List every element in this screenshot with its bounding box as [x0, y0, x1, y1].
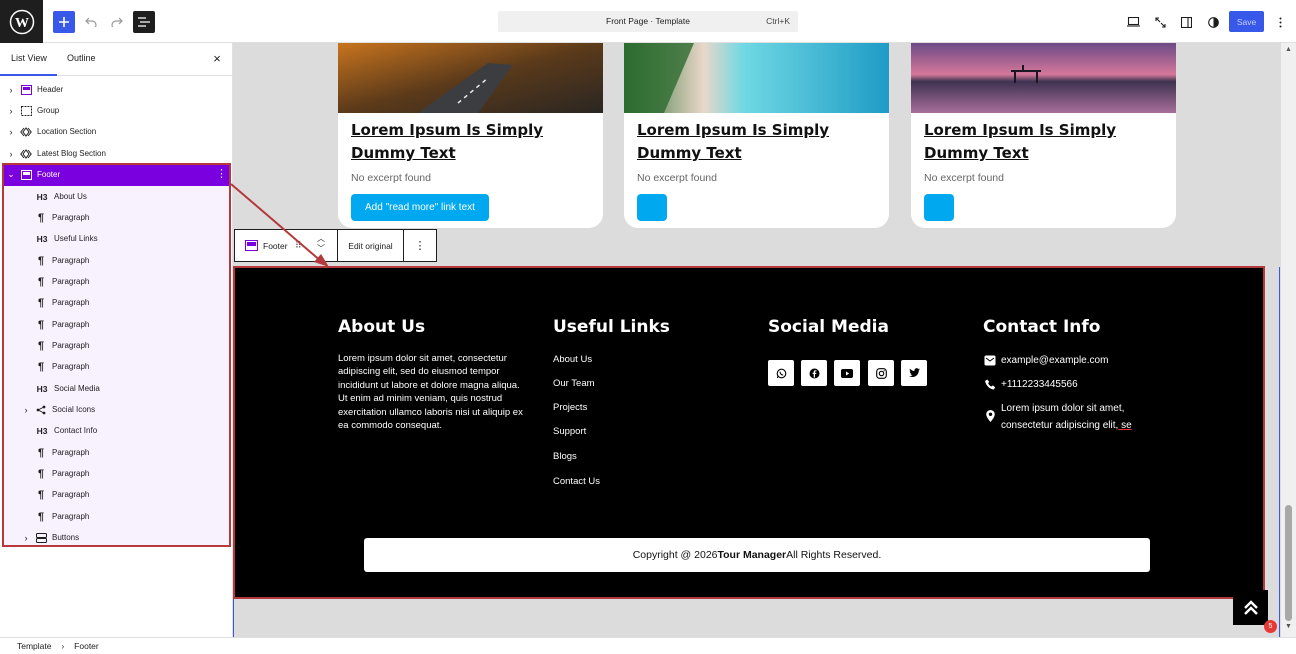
- sidebar-item-label: Latest Blog Section: [37, 149, 106, 158]
- sidebar-item-header[interactable]: › Header: [6, 79, 63, 100]
- notification-badge[interactable]: 5: [1264, 620, 1277, 633]
- styles-icon[interactable]: [1202, 11, 1224, 33]
- sidebar-item-label: Location Section: [37, 127, 97, 136]
- sidebar-tabs: List View Outline ×: [0, 43, 232, 76]
- read-more-button[interactable]: [924, 194, 954, 221]
- block-name: Footer: [263, 240, 288, 251]
- highlight-box-list: [2, 163, 231, 547]
- close-icon[interactable]: ×: [211, 52, 223, 66]
- active-tab-indicator: [0, 74, 57, 76]
- canvas-scrollbar[interactable]: ▲ ▼: [1281, 43, 1296, 637]
- drag-handle-icon[interactable]: ⠿: [295, 240, 302, 251]
- blog-card: Lorem Ipsum Is Simply Dummy Text No exce…: [911, 43, 1176, 228]
- sidebar-item-latest-blog-section[interactable]: › Latest Blog Section: [6, 143, 106, 164]
- blog-card-image: [911, 43, 1176, 113]
- chevron-right-icon[interactable]: ›: [6, 85, 16, 95]
- read-more-button[interactable]: Add "read more" link text: [351, 194, 489, 221]
- list-view-icon[interactable]: [133, 11, 155, 33]
- sidebar-item-group[interactable]: › Group: [6, 100, 59, 121]
- tab-outline[interactable]: Outline: [67, 53, 96, 63]
- blog-card-title[interactable]: Lorem Ipsum Is Simply Dummy Text: [924, 119, 1164, 165]
- pattern-icon: [19, 147, 33, 161]
- breadcrumb-separator: ›: [61, 641, 65, 651]
- save-button[interactable]: Save: [1229, 11, 1264, 32]
- blog-card-excerpt: No excerpt found: [924, 172, 1004, 184]
- blog-card-title[interactable]: Lorem Ipsum Is Simply Dummy Text: [351, 119, 591, 165]
- blog-card-image: [624, 43, 889, 113]
- move-up-down-icon[interactable]: ︿ ﹀: [317, 234, 325, 254]
- blog-card-excerpt: No excerpt found: [351, 172, 431, 184]
- edit-original-button[interactable]: Edit original: [338, 230, 404, 261]
- blog-card-image: [338, 43, 603, 113]
- selection-border-right: [1279, 267, 1280, 637]
- sidebar-item-location-section[interactable]: › Location Section: [6, 121, 97, 142]
- document-title: Front Page · Template: [606, 16, 690, 26]
- blog-card: Lorem Ipsum Is Simply Dummy Text No exce…: [338, 43, 603, 228]
- double-chevron-up-icon: [1243, 599, 1258, 615]
- options-menu-icon[interactable]: [1269, 11, 1291, 33]
- settings-sidebar-icon[interactable]: [1175, 11, 1197, 33]
- block-switcher[interactable]: Footer ⠿ ︿ ﹀: [235, 230, 338, 261]
- breadcrumb-template[interactable]: Template: [17, 641, 52, 651]
- breadcrumb-footer[interactable]: Footer: [74, 641, 99, 651]
- blog-card-title[interactable]: Lorem Ipsum Is Simply Dummy Text: [637, 119, 877, 165]
- scroll-up-icon[interactable]: ▲: [1285, 46, 1292, 53]
- chevron-right-icon[interactable]: ›: [6, 149, 16, 159]
- fullscreen-icon[interactable]: [1149, 11, 1171, 33]
- read-more-button[interactable]: [637, 194, 667, 221]
- chevron-right-icon[interactable]: ›: [6, 106, 16, 116]
- more-options-icon[interactable]: ⋮: [404, 230, 436, 261]
- scroll-thumb[interactable]: [1285, 505, 1292, 621]
- wordpress-logo-icon[interactable]: W: [0, 0, 43, 43]
- blog-card-excerpt: No excerpt found: [637, 172, 717, 184]
- group-icon: [19, 104, 33, 118]
- block-breadcrumb: Template › Footer: [0, 637, 1296, 654]
- add-block-button[interactable]: [53, 11, 75, 33]
- editor-top-bar: W Front Page · Template Ctrl+K Save: [0, 0, 1296, 43]
- desktop-preview-icon[interactable]: [1122, 11, 1144, 33]
- back-to-top-button[interactable]: [1233, 590, 1268, 625]
- redo-icon[interactable]: [106, 11, 128, 33]
- scroll-down-icon[interactable]: ▼: [1285, 623, 1292, 630]
- sidebar-item-label: Header: [37, 85, 64, 94]
- sidebar-item-label: Group: [37, 106, 60, 115]
- blog-card: Lorem Ipsum Is Simply Dummy Text No exce…: [624, 43, 889, 228]
- template-part-icon: [19, 83, 33, 97]
- svg-text:W: W: [15, 16, 29, 31]
- pattern-icon: [19, 125, 33, 139]
- command-shortcut: Ctrl+K: [766, 16, 790, 26]
- undo-icon[interactable]: [80, 11, 102, 33]
- tab-list-view[interactable]: List View: [11, 53, 47, 63]
- highlight-box-footer: [233, 266, 1265, 599]
- document-bar[interactable]: Front Page · Template Ctrl+K: [498, 11, 798, 32]
- template-part-icon: [245, 240, 258, 251]
- chevron-right-icon[interactable]: ›: [6, 127, 16, 137]
- block-toolbar: Footer ⠿ ︿ ﹀ Edit original ⋮: [234, 229, 437, 262]
